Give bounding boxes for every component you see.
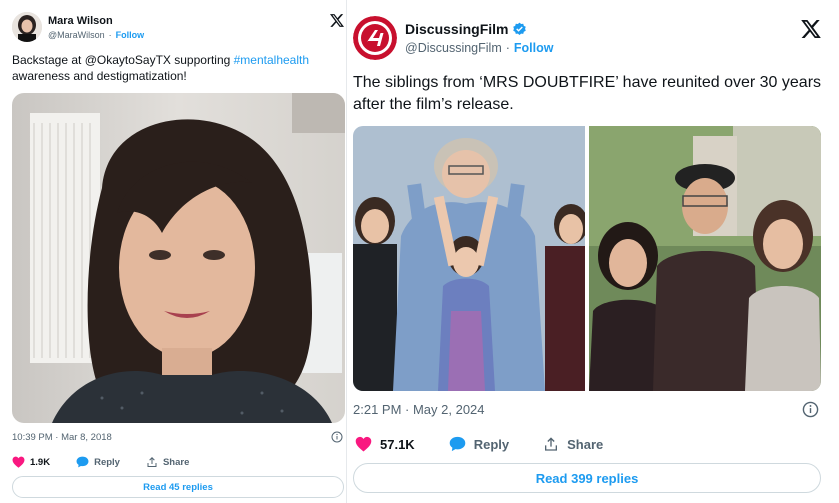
follow-button[interactable]: Follow bbox=[514, 41, 554, 55]
read-replies-button[interactable]: Read 45 replies bbox=[12, 476, 344, 498]
avatar-photo bbox=[12, 12, 42, 42]
tweet-actions: 1.9K Reply Share bbox=[12, 456, 189, 468]
author-handle[interactable]: @MaraWilson bbox=[48, 30, 105, 40]
like-count: 1.9K bbox=[30, 456, 51, 468]
author-handle[interactable]: @DiscussingFilm bbox=[405, 41, 502, 55]
like-button[interactable]: 57.1K bbox=[355, 436, 415, 452]
tweet-text: Backstage at @OkaytoSayTX supporting #me… bbox=[12, 52, 337, 84]
info-icon[interactable] bbox=[331, 431, 343, 443]
heart-icon bbox=[12, 456, 25, 468]
share-button[interactable]: Share bbox=[146, 456, 189, 468]
tweet-text: The siblings from ‘MRS DOUBTFIRE’ have r… bbox=[353, 74, 822, 114]
tweet-photo[interactable] bbox=[12, 93, 345, 423]
tweet-header: DiscussingFilm @DiscussingFilm · Follow bbox=[353, 16, 553, 60]
author-name[interactable]: DiscussingFilm bbox=[405, 21, 508, 37]
like-count: 57.1K bbox=[380, 436, 415, 452]
x-logo-icon[interactable] bbox=[330, 14, 344, 27]
reply-label: Reply bbox=[473, 436, 510, 452]
tweet-text-part: Backstage at @OkaytoSayTX supporting bbox=[12, 53, 234, 67]
tweet-header: Mara Wilson @MaraWilson · Follow bbox=[12, 12, 144, 42]
author-name[interactable]: Mara Wilson bbox=[48, 15, 144, 27]
follow-button[interactable]: Follow bbox=[116, 30, 145, 40]
reply-label: Reply bbox=[94, 456, 120, 468]
doubtfire-collage-image bbox=[353, 126, 821, 391]
avatar[interactable] bbox=[353, 16, 397, 60]
verified-badge-icon[interactable] bbox=[512, 22, 527, 37]
discussingfilm-logo bbox=[353, 16, 397, 60]
tweet-actions: 57.1K Reply Share bbox=[355, 436, 603, 452]
hashtag-link[interactable]: #mentalhealth bbox=[234, 53, 309, 67]
avatar[interactable] bbox=[12, 12, 42, 42]
tweet-text-part: awareness and destigmatization! bbox=[12, 69, 187, 84]
tweet-card-mara-wilson: Mara Wilson @MaraWilson · Follow Backsta… bbox=[0, 0, 346, 503]
reply-bubble-icon bbox=[76, 456, 89, 468]
tweet-timestamp[interactable]: 10:39 PM · Mar 8, 2018 bbox=[12, 432, 112, 443]
share-icon bbox=[147, 457, 157, 467]
tweet-card-discussingfilm: DiscussingFilm @DiscussingFilm · Follow … bbox=[346, 0, 839, 503]
reply-bubble-icon bbox=[449, 436, 465, 452]
reply-button[interactable]: Reply bbox=[449, 436, 509, 452]
reply-button[interactable]: Reply bbox=[76, 456, 120, 468]
info-icon[interactable] bbox=[802, 401, 819, 418]
share-label: Share bbox=[162, 456, 190, 468]
tweet-timestamp[interactable]: 2:21 PM · May 2, 2024 bbox=[353, 402, 485, 417]
x-logo-icon[interactable] bbox=[801, 20, 821, 38]
tweet-photo[interactable] bbox=[353, 126, 821, 391]
like-button[interactable]: 1.9K bbox=[12, 456, 50, 468]
selfie-image bbox=[12, 93, 345, 423]
separator-dot: · bbox=[108, 29, 112, 40]
share-icon bbox=[545, 437, 558, 451]
share-label: Share bbox=[567, 436, 604, 452]
separator-dot: · bbox=[505, 41, 510, 55]
heart-icon bbox=[355, 436, 372, 452]
read-replies-button[interactable]: Read 399 replies bbox=[353, 463, 821, 493]
share-button[interactable]: Share bbox=[543, 436, 603, 452]
